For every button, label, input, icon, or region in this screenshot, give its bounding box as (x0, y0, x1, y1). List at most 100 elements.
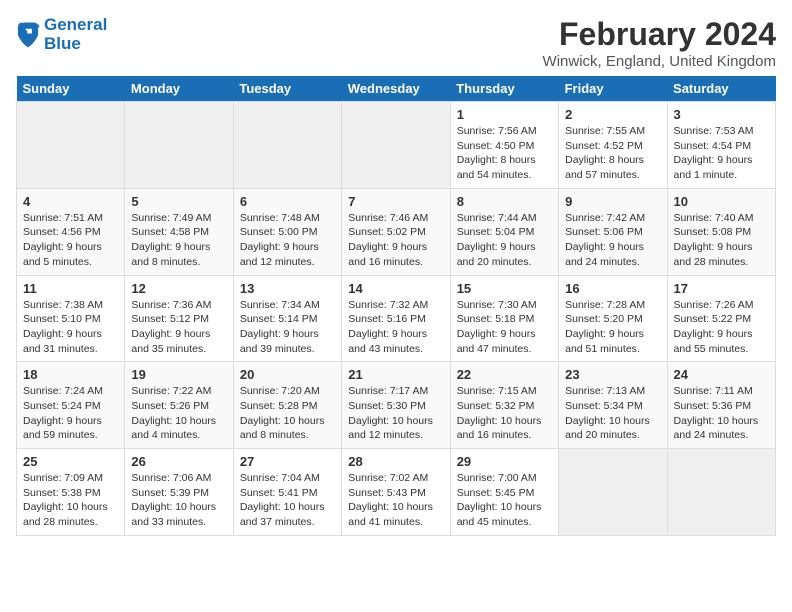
day-number: 13 (240, 281, 335, 296)
day-number: 4 (23, 194, 118, 209)
cell-0-2 (233, 102, 341, 189)
cell-3-1: 19 Sunrise: 7:22 AMSunset: 5:26 PMDayligh… (125, 362, 233, 449)
header-row: SundayMondayTuesdayWednesdayThursdayFrid… (17, 76, 776, 102)
cell-0-5: 2Sunrise: 7:55 AMSunset: 4:52 PMDaylight… (559, 102, 667, 189)
day-info: Sunrise: 7:28 AMSunset: 5:20 PMDaylight:… (565, 298, 660, 357)
day-number: 6 (240, 194, 335, 209)
day-info: Sunrise: 7:22 AMSunset: 5:26 PMDaylight:… (131, 384, 226, 443)
cell-1-0: 4 Sunrise: 7:51 AMSunset: 4:56 PMDaylight… (17, 188, 125, 275)
cell-0-4: 1 Sunrise: 7:56 AMSunset: 4:50 PMDaylight… (450, 102, 558, 189)
day-info: Sunrise: 7:32 AMSunset: 5:16 PMDaylight:… (348, 298, 443, 357)
cell-4-6 (667, 449, 775, 536)
cell-3-3: 21Sunrise: 7:17 AMSunset: 5:30 PMDayligh… (342, 362, 450, 449)
week-row-1: 1 Sunrise: 7:56 AMSunset: 4:50 PMDaylight… (17, 102, 776, 189)
subtitle: Winwick, England, United Kingdom (543, 53, 776, 70)
day-info: Sunrise: 7:56 AMSunset: 4:50 PMDaylight:… (457, 124, 552, 183)
cell-4-1: 26 Sunrise: 7:06 AMSunset: 5:39 PMDayligh… (125, 449, 233, 536)
day-info: Sunrise: 7:02 AMSunset: 5:43 PMDaylight:… (348, 471, 443, 530)
cell-2-2: 13 Sunrise: 7:34 AMSunset: 5:14 PMDayligh… (233, 275, 341, 362)
cell-1-3: 7 Sunrise: 7:46 AMSunset: 5:02 PMDaylight… (342, 188, 450, 275)
day-number: 1 (457, 107, 552, 122)
day-info: Sunrise: 7:00 AMSunset: 5:45 PMDaylight:… (457, 471, 552, 530)
day-info: Sunrise: 7:36 AMSunset: 5:12 PMDaylight:… (131, 298, 226, 357)
day-number: 5 (131, 194, 226, 209)
day-number: 19 (131, 367, 226, 382)
main-title: February 2024 (543, 16, 776, 53)
day-number: 21 (348, 367, 443, 382)
day-info: Sunrise: 7:53 AMSunset: 4:54 PMDaylight:… (674, 124, 769, 183)
logo-icon (16, 21, 40, 49)
day-info: Sunrise: 7:15 AMSunset: 5:32 PMDaylight:… (457, 384, 552, 443)
cell-2-5: 16 Sunrise: 7:28 AMSunset: 5:20 PMDayligh… (559, 275, 667, 362)
cell-2-1: 12 Sunrise: 7:36 AMSunset: 5:12 PMDayligh… (125, 275, 233, 362)
header-wednesday: Wednesday (342, 76, 450, 102)
day-number: 14 (348, 281, 443, 296)
day-number: 15 (457, 281, 552, 296)
cell-1-5: 9Sunrise: 7:42 AMSunset: 5:06 PMDaylight… (559, 188, 667, 275)
day-info: Sunrise: 7:30 AMSunset: 5:18 PMDaylight:… (457, 298, 552, 357)
day-number: 11 (23, 281, 118, 296)
day-number: 10 (674, 194, 769, 209)
cell-3-5: 23 Sunrise: 7:13 AMSunset: 5:34 PMDayligh… (559, 362, 667, 449)
logo: General Blue (16, 16, 107, 53)
cell-2-4: 15 Sunrise: 7:30 AMSunset: 5:18 PMDayligh… (450, 275, 558, 362)
day-number: 16 (565, 281, 660, 296)
day-number: 20 (240, 367, 335, 382)
header-tuesday: Tuesday (233, 76, 341, 102)
cell-3-4: 22 Sunrise: 7:15 AMSunset: 5:32 PMDayligh… (450, 362, 558, 449)
cell-1-6: 10 Sunrise: 7:40 AMSunset: 5:08 PMDayligh… (667, 188, 775, 275)
week-row-2: 4 Sunrise: 7:51 AMSunset: 4:56 PMDaylight… (17, 188, 776, 275)
cell-3-6: 24Sunrise: 7:11 AMSunset: 5:36 PMDayligh… (667, 362, 775, 449)
day-info: Sunrise: 7:51 AMSunset: 4:56 PMDaylight:… (23, 211, 118, 270)
day-info: Sunrise: 7:24 AMSunset: 5:24 PMDaylight:… (23, 384, 118, 443)
day-info: Sunrise: 7:44 AMSunset: 5:04 PMDaylight:… (457, 211, 552, 270)
week-row-5: 25 Sunrise: 7:09 AMSunset: 5:38 PMDayligh… (17, 449, 776, 536)
cell-4-2: 27Sunrise: 7:04 AMSunset: 5:41 PMDayligh… (233, 449, 341, 536)
day-info: Sunrise: 7:34 AMSunset: 5:14 PMDaylight:… (240, 298, 335, 357)
day-number: 28 (348, 454, 443, 469)
cell-4-5 (559, 449, 667, 536)
day-number: 29 (457, 454, 552, 469)
cell-2-3: 14 Sunrise: 7:32 AMSunset: 5:16 PMDayligh… (342, 275, 450, 362)
week-row-3: 11 Sunrise: 7:38 AMSunset: 5:10 PMDayligh… (17, 275, 776, 362)
day-info: Sunrise: 7:06 AMSunset: 5:39 PMDaylight:… (131, 471, 226, 530)
day-info: Sunrise: 7:49 AMSunset: 4:58 PMDaylight:… (131, 211, 226, 270)
day-number: 17 (674, 281, 769, 296)
day-info: Sunrise: 7:40 AMSunset: 5:08 PMDaylight:… (674, 211, 769, 270)
cell-2-0: 11 Sunrise: 7:38 AMSunset: 5:10 PMDayligh… (17, 275, 125, 362)
header-monday: Monday (125, 76, 233, 102)
day-number: 18 (23, 367, 118, 382)
day-info: Sunrise: 7:48 AMSunset: 5:00 PMDaylight:… (240, 211, 335, 270)
cell-0-0 (17, 102, 125, 189)
day-info: Sunrise: 7:26 AMSunset: 5:22 PMDaylight:… (674, 298, 769, 357)
day-number: 24 (674, 367, 769, 382)
cell-3-2: 20 Sunrise: 7:20 AMSunset: 5:28 PMDayligh… (233, 362, 341, 449)
day-number: 26 (131, 454, 226, 469)
day-number: 3 (674, 107, 769, 122)
day-info: Sunrise: 7:55 AMSunset: 4:52 PMDaylight:… (565, 124, 660, 183)
cell-0-3 (342, 102, 450, 189)
cell-2-6: 17 Sunrise: 7:26 AMSunset: 5:22 PMDayligh… (667, 275, 775, 362)
day-info: Sunrise: 7:46 AMSunset: 5:02 PMDaylight:… (348, 211, 443, 270)
day-number: 7 (348, 194, 443, 209)
cell-1-2: 6 Sunrise: 7:48 AMSunset: 5:00 PMDaylight… (233, 188, 341, 275)
day-info: Sunrise: 7:20 AMSunset: 5:28 PMDaylight:… (240, 384, 335, 443)
day-number: 25 (23, 454, 118, 469)
page-header: General Blue February 2024 Winwick, Engl… (16, 16, 776, 70)
day-info: Sunrise: 7:09 AMSunset: 5:38 PMDaylight:… (23, 471, 118, 530)
cell-4-4: 29 Sunrise: 7:00 AMSunset: 5:45 PMDayligh… (450, 449, 558, 536)
day-info: Sunrise: 7:38 AMSunset: 5:10 PMDaylight:… (23, 298, 118, 357)
cell-0-1 (125, 102, 233, 189)
day-number: 22 (457, 367, 552, 382)
calendar-table: SundayMondayTuesdayWednesdayThursdayFrid… (16, 76, 776, 536)
cell-4-3: 28 Sunrise: 7:02 AMSunset: 5:43 PMDayligh… (342, 449, 450, 536)
week-row-4: 18 Sunrise: 7:24 AMSunset: 5:24 PMDayligh… (17, 362, 776, 449)
day-number: 27 (240, 454, 335, 469)
header-sunday: Sunday (17, 76, 125, 102)
day-number: 23 (565, 367, 660, 382)
day-info: Sunrise: 7:13 AMSunset: 5:34 PMDaylight:… (565, 384, 660, 443)
day-number: 12 (131, 281, 226, 296)
cell-1-1: 5 Sunrise: 7:49 AMSunset: 4:58 PMDaylight… (125, 188, 233, 275)
title-block: February 2024 Winwick, England, United K… (543, 16, 776, 70)
day-number: 8 (457, 194, 552, 209)
